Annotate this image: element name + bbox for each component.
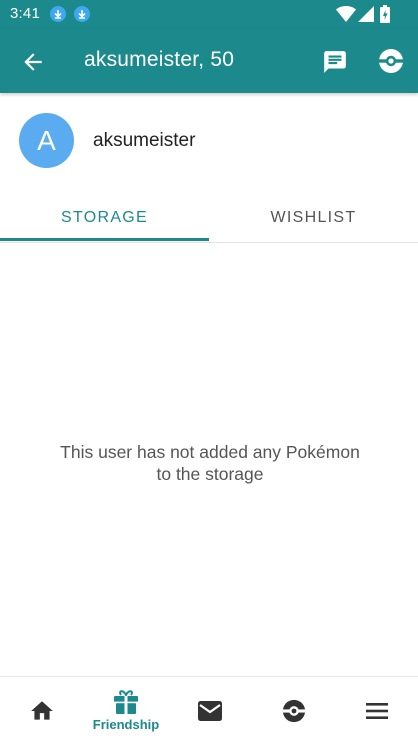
tab-storage-label: STORAGE: [60, 209, 149, 226]
nav-messages[interactable]: [168, 677, 252, 744]
nav-menu[interactable]: [336, 677, 418, 744]
menu-icon: [366, 702, 388, 719]
back-arrow-icon[interactable]: [20, 49, 46, 75]
tab-storage[interactable]: STORAGE: [0, 195, 209, 241]
pokeball-icon: [282, 699, 306, 722]
empty-state-message: This user has not added any Pokémon to t…: [40, 441, 380, 485]
username: aksumeister: [93, 130, 196, 151]
signal-icon: [358, 6, 374, 22]
avatar: A: [19, 113, 74, 168]
profile-header: A aksumeister: [0, 93, 418, 187]
status-bar: 3:41: [0, 0, 418, 29]
download-icon: [50, 6, 66, 22]
nav-pokeball[interactable]: [252, 677, 336, 744]
bottom-navigation: Friendship: [0, 676, 418, 744]
empty-message-line-1: This user has not added any Pokémon: [60, 442, 360, 462]
tab-wishlist-label: WISHLIST: [270, 209, 357, 226]
tab-bar: STORAGE WISHLIST: [0, 195, 418, 243]
empty-message-line-2: to the storage: [156, 464, 264, 484]
status-time: 3:41: [10, 5, 40, 22]
page-title: aksumeister, 50: [84, 48, 235, 71]
chat-icon[interactable]: [322, 49, 348, 75]
pokeball-icon[interactable]: [377, 47, 405, 75]
nav-friendship[interactable]: Friendship: [84, 677, 168, 744]
app-bar: aksumeister, 50: [0, 29, 418, 93]
tab-indicator: [0, 238, 209, 241]
nav-friendship-label: Friendship: [92, 717, 160, 732]
battery-icon: [380, 5, 390, 23]
home-icon: [31, 700, 53, 720]
mail-icon: [198, 700, 222, 721]
nav-home[interactable]: [0, 677, 84, 744]
gift-icon: [114, 690, 138, 714]
tab-wishlist[interactable]: WISHLIST: [209, 195, 418, 241]
download-icon: [74, 6, 90, 22]
avatar-letter: A: [37, 124, 56, 156]
wifi-icon: [336, 6, 356, 22]
